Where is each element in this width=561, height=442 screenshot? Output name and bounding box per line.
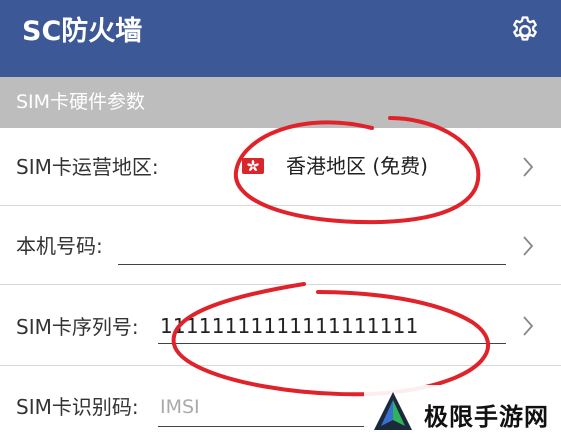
phone-number-label: 本机号码: xyxy=(16,234,103,258)
sim-serial-input[interactable]: 11111111111111111111 xyxy=(160,313,419,339)
region-label: SIM卡运营地区: xyxy=(16,155,159,179)
imsi-label: SIM卡识别码: xyxy=(16,395,139,419)
region-value: 香港地区 (免费) xyxy=(286,154,428,178)
hong-kong-flag-icon xyxy=(242,158,264,174)
section-title: SIM卡硬件参数 xyxy=(16,91,146,113)
phone-number-underline xyxy=(118,264,506,265)
sim-serial-label: SIM卡序列号: xyxy=(16,315,139,339)
section-header: SIM卡硬件参数 xyxy=(0,77,561,128)
gear-icon[interactable] xyxy=(508,14,542,48)
chevron-right-icon xyxy=(523,157,534,177)
chevron-right-icon xyxy=(523,236,534,256)
imsi-underline xyxy=(158,426,368,427)
imsi-input[interactable]: IMSI xyxy=(160,394,200,420)
watermark-text: 极限手游网 xyxy=(424,403,549,431)
watermark: 极限手游网 xyxy=(364,385,561,442)
sim-serial-row[interactable]: SIM卡序列号: 11111111111111111111 xyxy=(0,285,561,366)
app-title: SC防火墙 xyxy=(22,16,143,47)
region-row[interactable]: SIM卡运营地区: 香港地区 (免费) xyxy=(0,128,561,206)
phone-number-row[interactable]: 本机号码: xyxy=(0,206,561,285)
chevron-right-icon xyxy=(523,316,534,336)
app-bar: SC防火墙 xyxy=(0,0,561,77)
watermark-logo-icon xyxy=(374,392,412,430)
sim-serial-underline xyxy=(158,343,506,344)
